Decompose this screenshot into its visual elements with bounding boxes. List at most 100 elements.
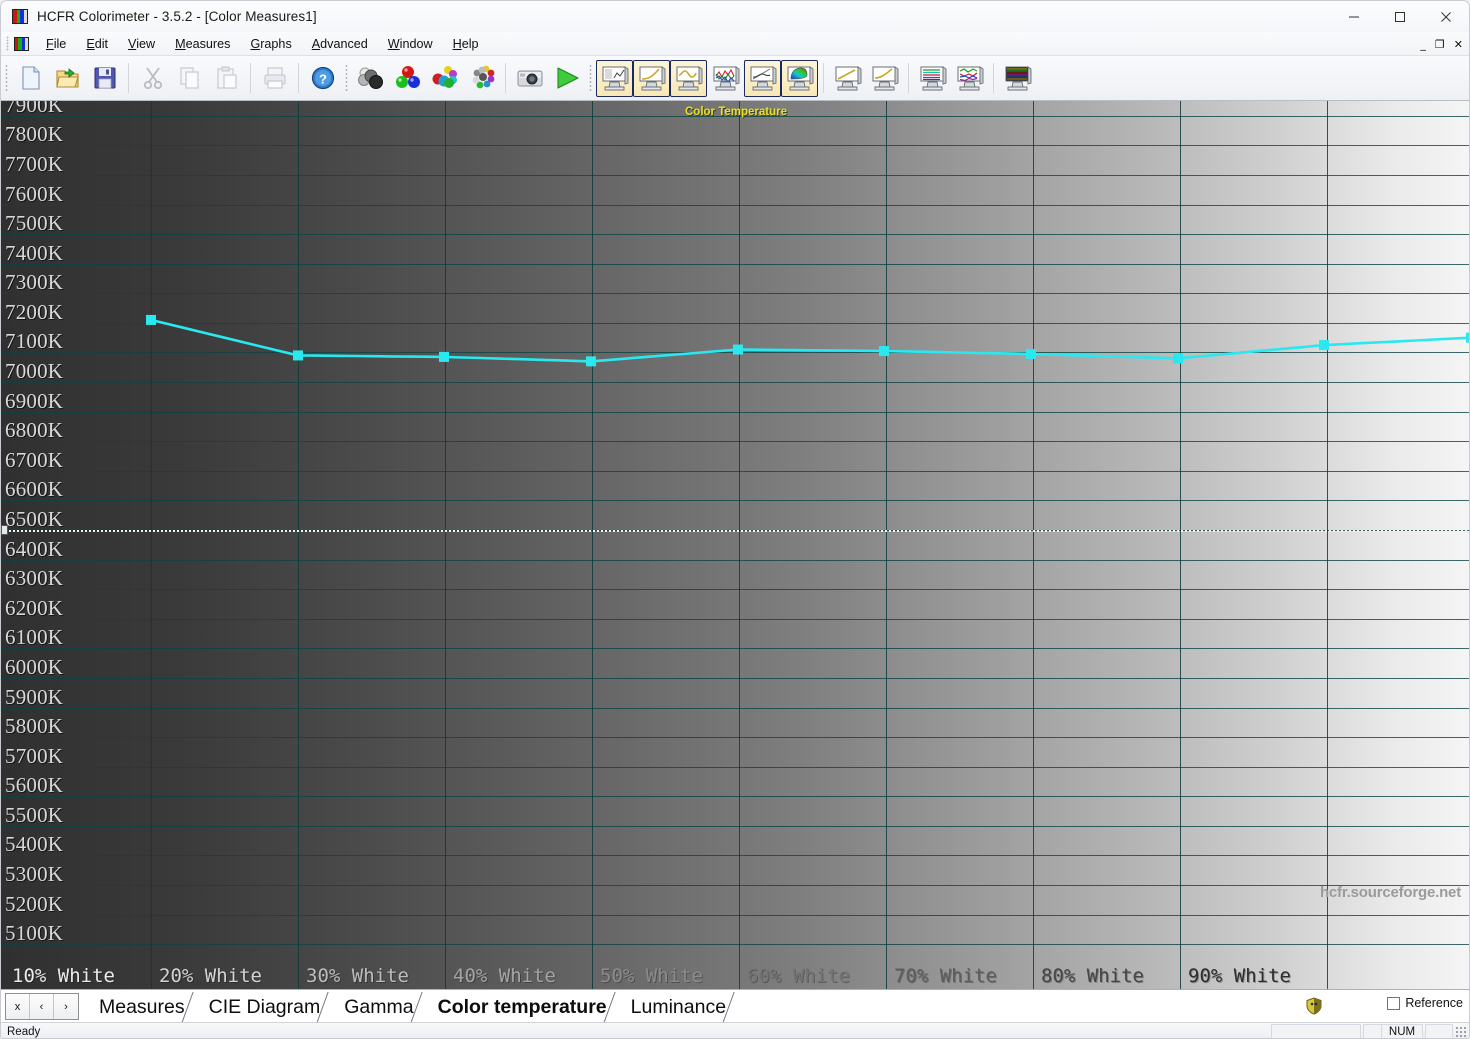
tab-close-button[interactable]: x <box>6 994 30 1019</box>
gridline-vertical <box>1327 101 1328 989</box>
cut-button[interactable] <box>134 60 171 97</box>
run-measures-button[interactable] <box>548 60 585 97</box>
app-logo-icon <box>12 9 28 24</box>
copy-button[interactable] <box>171 60 208 97</box>
rgb-levels-view-button[interactable] <box>707 60 744 97</box>
near-black-view-button[interactable] <box>829 60 866 97</box>
x-axis-tick-label: 40% White <box>453 965 556 987</box>
gridline-horizontal <box>1 500 1469 502</box>
full-measure-button[interactable] <box>463 60 500 97</box>
status-bar: Ready NUM <box>1 1022 1469 1038</box>
gridline-horizontal <box>1 115 1469 117</box>
application-window: HCFR Colorimeter - 3.5.2 - [Color Measur… <box>0 0 1470 1039</box>
measures-view-button[interactable] <box>596 59 633 97</box>
gridline-horizontal <box>1 441 1469 443</box>
menu-item-view[interactable]: View <box>118 35 165 53</box>
tab-measures[interactable]: Measures <box>87 992 197 1023</box>
tab-prev-button[interactable]: ‹ <box>30 994 54 1019</box>
gridline-horizontal <box>1 263 1469 265</box>
gridline-horizontal <box>1 293 1469 295</box>
primaries-measure-button[interactable] <box>389 60 426 97</box>
single-measure-button[interactable] <box>511 60 548 97</box>
tab-next-button[interactable]: › <box>54 994 78 1019</box>
tab-cie-diagram[interactable]: CIE Diagram <box>196 992 333 1023</box>
maximize-button[interactable] <box>1377 1 1423 32</box>
toolbar-grip[interactable] <box>5 64 8 92</box>
toolbar-grip-3[interactable] <box>589 64 592 92</box>
gridline-vertical <box>298 101 299 989</box>
x-axis-tick-label: 10% White <box>12 965 115 987</box>
tab-luminance[interactable]: Luminance <box>618 992 739 1023</box>
menu-item-help[interactable]: Help <box>443 35 489 53</box>
tab-color-temperature[interactable]: Color temperature <box>425 992 619 1023</box>
gridline-horizontal <box>1 737 1469 739</box>
toolbar-grip-2[interactable] <box>345 64 348 92</box>
gridline-horizontal <box>1 352 1469 354</box>
gridline-horizontal <box>1 707 1469 709</box>
menubar-grip[interactable] <box>6 36 9 51</box>
mdi-close-button[interactable]: ✕ <box>1454 39 1463 50</box>
close-button[interactable] <box>1423 1 1469 32</box>
saturations-measure-button[interactable] <box>426 60 463 97</box>
gridline-horizontal <box>1 648 1469 650</box>
gridline-vertical <box>445 101 446 989</box>
mdi-minimize-button[interactable]: _ <box>1420 39 1426 50</box>
new-document-button[interactable] <box>12 60 49 97</box>
status-message: Ready <box>7 1025 41 1038</box>
print-button[interactable] <box>256 60 293 97</box>
gridline-horizontal <box>1 766 1469 768</box>
reference-checkbox-group[interactable]: Reference <box>1387 996 1463 1010</box>
gridline-horizontal <box>1 382 1469 384</box>
gridline-horizontal <box>1 204 1469 206</box>
cie-diagram-view-button[interactable] <box>781 59 818 97</box>
rgb-history-view-button[interactable] <box>914 60 951 97</box>
x-axis-tick-label: 50% White <box>600 965 703 987</box>
help-button[interactable]: ? <box>304 60 341 97</box>
menu-item-advanced[interactable]: Advanced <box>302 35 378 53</box>
resize-grip[interactable] <box>1455 1026 1467 1038</box>
menu-item-file[interactable]: File <box>36 35 76 53</box>
gridline-vertical <box>1180 101 1181 989</box>
near-white-view-button[interactable] <box>866 60 903 97</box>
tab-gamma[interactable]: Gamma <box>332 992 426 1023</box>
color-temperature-chart[interactable]: 7900K 7800K 7700K 7600K 7500K 7400K 7300K 7200K… <box>1 101 1469 989</box>
title-bar: HCFR Colorimeter - 3.5.2 - [Color Measur… <box>1 1 1469 32</box>
menu-item-edit[interactable]: Edit <box>76 35 118 53</box>
gridline-horizontal <box>1 174 1469 176</box>
minimize-button[interactable] <box>1331 1 1377 32</box>
gridline-vertical <box>739 101 740 989</box>
x-axis-tick-label: 70% White <box>894 965 997 987</box>
mdi-restore-button[interactable]: ❐ <box>1435 39 1445 50</box>
gridline-horizontal <box>1 796 1469 798</box>
status-cell-1 <box>1271 1024 1361 1038</box>
mdi-child-controls: _ ❐ ✕ <box>1420 32 1463 56</box>
reference-line-6500k <box>1 530 1469 532</box>
gamma-view-button[interactable] <box>633 59 670 97</box>
paste-button[interactable] <box>208 60 245 97</box>
tab-nav-buttons: x ‹ › <box>5 993 79 1020</box>
menu-app-logo-icon <box>14 36 29 51</box>
gridline-horizontal <box>1 145 1469 147</box>
spectrum-view-button[interactable] <box>999 60 1036 97</box>
open-document-button[interactable] <box>49 60 86 97</box>
menu-bar: File Edit View Measures Graphs Advanced … <box>1 32 1469 56</box>
save-document-button[interactable] <box>86 60 123 97</box>
shield-icon[interactable] <box>1305 997 1323 1015</box>
menu-item-window[interactable]: Window <box>378 35 443 53</box>
reference-checkbox[interactable] <box>1387 996 1401 1010</box>
gridline-vertical <box>592 101 593 989</box>
x-axis-tick-label: 20% White <box>159 965 262 987</box>
grayscale-measure-button[interactable] <box>352 60 389 97</box>
color-temp-view-button[interactable] <box>670 59 707 97</box>
luminance-view-button[interactable] <box>744 59 781 97</box>
x-axis-tick-label: 60% White <box>747 965 850 987</box>
sat-history-view-button[interactable] <box>951 60 988 97</box>
gridline-horizontal <box>1 914 1469 916</box>
menu-item-graphs[interactable]: Graphs <box>240 35 301 53</box>
gridline-horizontal <box>1 618 1469 620</box>
status-num-indicator: NUM <box>1381 1024 1423 1038</box>
gridline-horizontal <box>1 855 1469 857</box>
menu-item-measures[interactable]: Measures <box>165 35 240 53</box>
reference-line-handle[interactable] <box>1 525 8 535</box>
gridline-horizontal <box>1 411 1469 413</box>
